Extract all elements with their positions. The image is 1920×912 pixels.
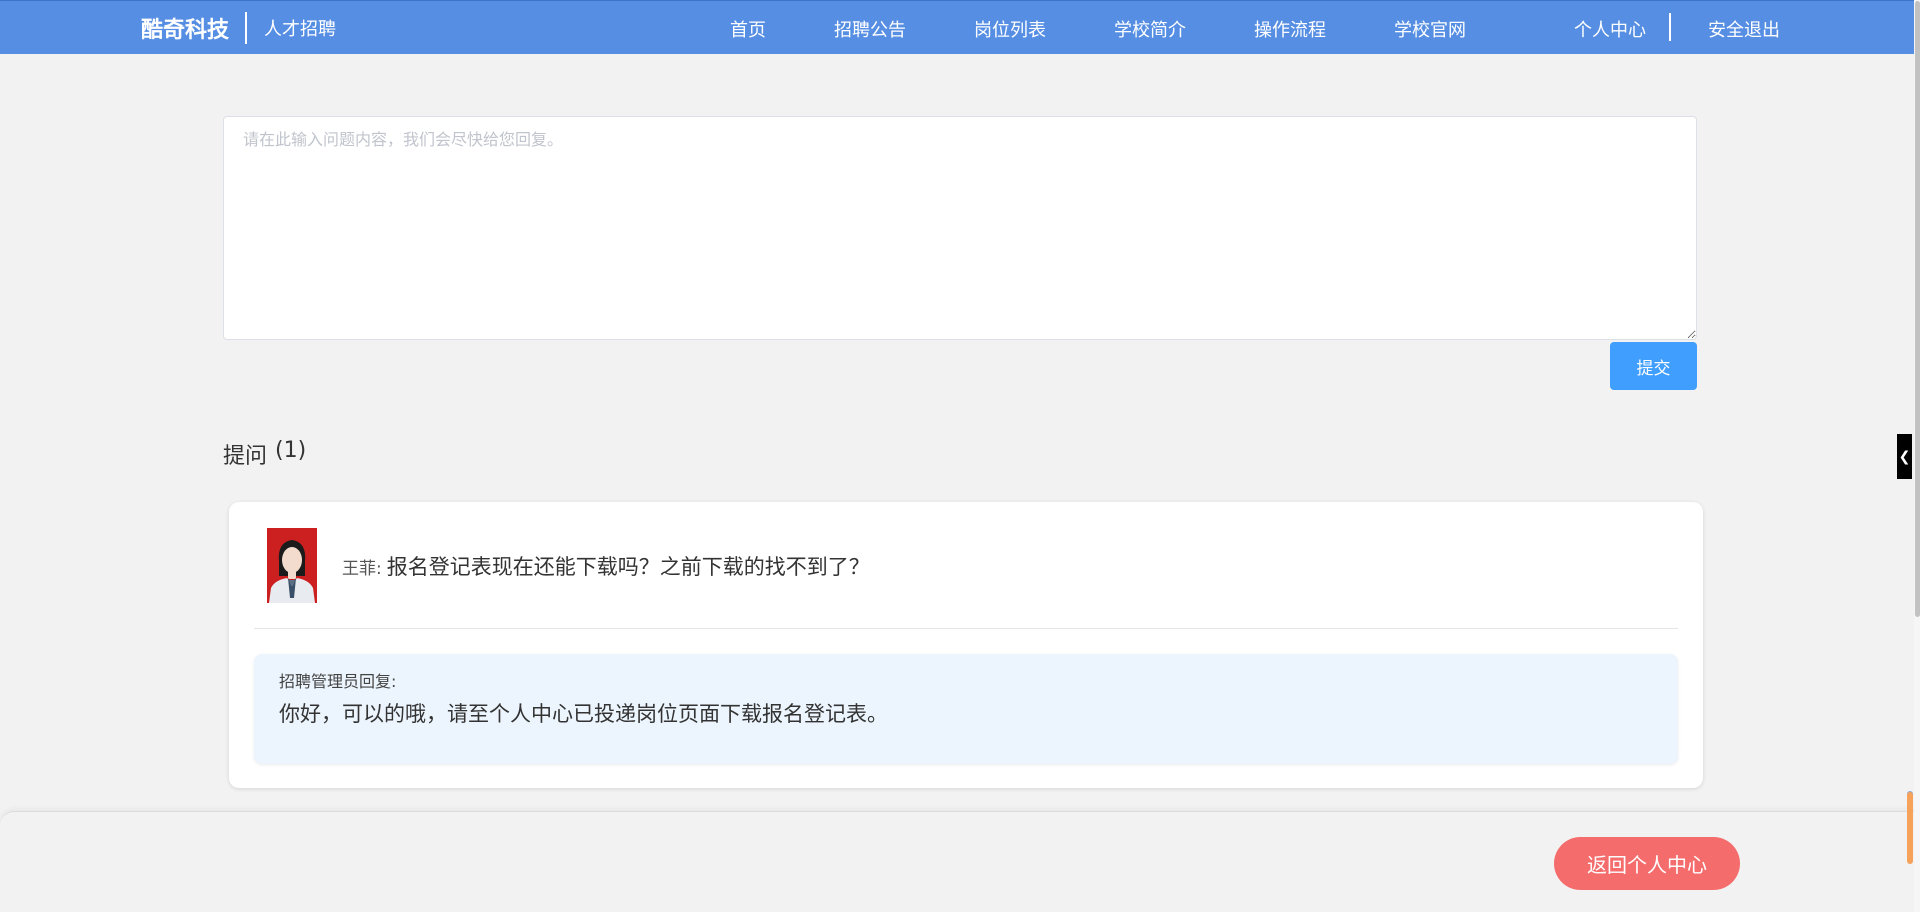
reply-box: 招聘管理员回复: 你好，可以的哦，请至个人中心已投递岗位页面下载报名登记表。: [254, 654, 1678, 764]
avatar-photo-icon: [267, 528, 317, 603]
nav-school-website[interactable]: 学校官网: [1394, 16, 1466, 42]
nav-school-intro[interactable]: 学校简介: [1114, 16, 1186, 42]
brand-divider: [245, 12, 248, 44]
question-card: 王菲: 报名登记表现在还能下载吗？之前下载的找不到了？ 招聘管理员回复: 你好，…: [229, 502, 1703, 788]
reply-text: 你好，可以的哦，请至个人中心已投递岗位页面下载报名登记表。: [279, 702, 888, 726]
divider: [254, 628, 1678, 629]
questions-count: (1): [275, 438, 307, 463]
reply-label: 招聘管理员回复:: [279, 672, 397, 691]
question-line: 王菲: 报名登记表现在还能下载吗？之前下载的找不到了？: [342, 551, 870, 581]
scrollbar-thumb[interactable]: [1915, 1, 1920, 617]
nav-divider: [1669, 13, 1671, 41]
back-to-user-center-button[interactable]: 返回个人中心: [1554, 837, 1740, 890]
side-panel-toggle[interactable]: ❮: [1897, 434, 1912, 479]
nav-process[interactable]: 操作流程: [1254, 16, 1326, 42]
brand-subtitle: 人才招聘: [264, 19, 337, 40]
asker-name: 王菲:: [342, 559, 382, 579]
questions-title: 提问: [223, 444, 268, 469]
submit-button[interactable]: 提交: [1610, 342, 1697, 390]
top-navbar: 酷奇科技 人才招聘 首页 招聘公告 岗位列表 学校简介 操作流程 学校官网 个人…: [0, 0, 1914, 54]
brand-name[interactable]: 酷奇科技: [141, 12, 229, 44]
nav-logout[interactable]: 安全退出: [1708, 16, 1780, 42]
question-text: 报名登记表现在还能下载吗？之前下载的找不到了？: [386, 555, 870, 579]
questions-heading: 提问 (1): [223, 438, 306, 470]
chevron-left-icon: ❮: [1898, 448, 1911, 465]
nav-announcements[interactable]: 招聘公告: [834, 16, 906, 42]
scroll-indicator: [1907, 792, 1913, 864]
nav-home[interactable]: 首页: [730, 16, 766, 42]
nav-user-center[interactable]: 个人中心: [1574, 16, 1646, 42]
question-input[interactable]: [223, 116, 1697, 340]
avatar: [267, 528, 317, 603]
nav-job-list[interactable]: 岗位列表: [974, 16, 1046, 42]
brand: 酷奇科技 人才招聘: [141, 11, 336, 45]
